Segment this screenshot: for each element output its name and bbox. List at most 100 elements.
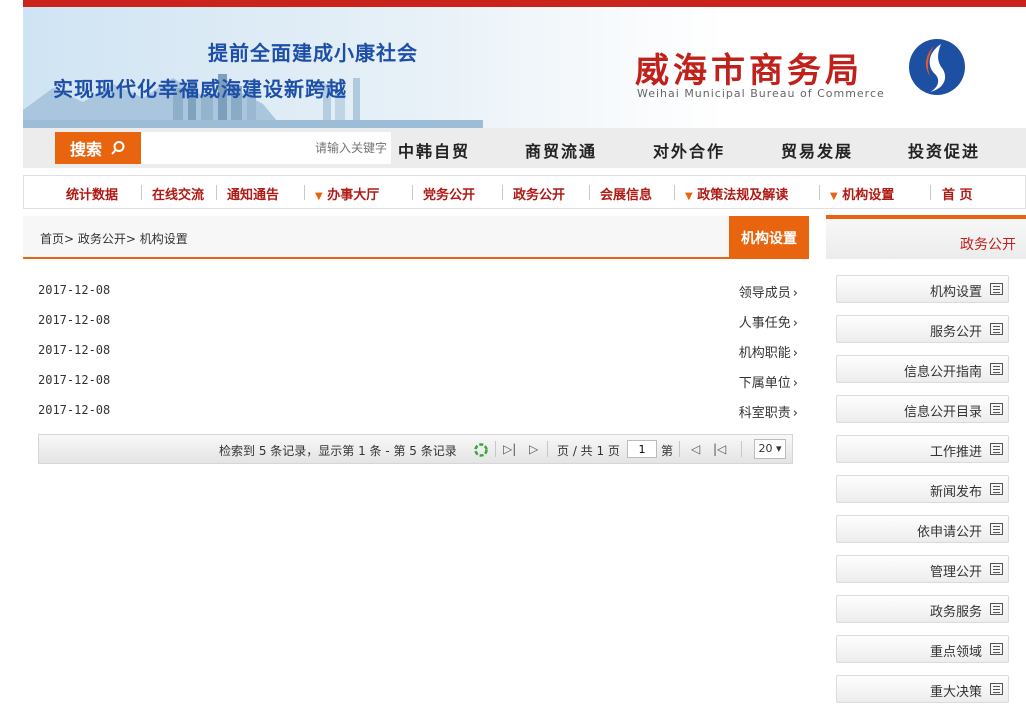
nav-item-foreign-cooperation[interactable]: 对外合作 [653,138,725,162]
search-icon [111,141,125,155]
chevron-right-icon: › [792,316,798,331]
list-item: 2017-12-08 科室职责 › [38,398,798,428]
subnav-item-government-affairs[interactable]: 政务公开 [513,184,565,203]
chevron-down-icon: ▼ [315,191,323,202]
sidebar-item-government-service[interactable]: 政务服务 [836,595,1009,623]
list-icon [990,283,1003,295]
sidebar-item-press-release[interactable]: 新闻发布 [836,475,1009,503]
sidebar-item-disclosure-catalog[interactable]: 信息公开目录 [836,395,1009,423]
list-icon [990,603,1003,615]
item-title: 机构职能 [738,346,791,361]
search-input[interactable] [141,132,391,164]
slogan-line-2: 实现现代化幸福威海建设新跨越 [53,77,347,101]
header-banner: 提前全面建成小康社会 实现现代化幸福威海建设新跨越 威海市商务局 Weihai … [23,7,1026,128]
page-number-input[interactable] [627,440,657,458]
sidebar-item-work-progress[interactable]: 工作推进 [836,435,1009,463]
list-item: 2017-12-08 人事任免 › [38,308,798,338]
chevron-right-icon: › [792,286,798,301]
subnav-item-exhibition-info[interactable]: 会展信息 [600,184,652,203]
item-title-link[interactable]: 下属单位 › [739,372,798,391]
item-date: 2017-12-08 [38,403,111,417]
section-tab: 机构设置 [729,216,809,259]
first-page-icon[interactable]: |◁ [713,442,726,456]
breadcrumb[interactable]: 首页> 政务公开> 机构设置 [40,230,188,247]
item-title: 科室职责 [738,406,791,421]
top-red-line [23,0,1026,7]
subnav-divider [141,185,142,200]
next-page-icon[interactable]: ▷ [529,442,538,456]
article-list: 2017-12-08 领导成员 › 2017-12-08 人事任免 › 2017-1… [38,278,798,428]
subnav-item-organization[interactable]: ▼ 机构设置 [830,184,894,203]
subnav-divider [412,185,413,200]
main-nav: 搜索 中韩自贸 商贸流通 对外合作 贸易发展 投资促进 [23,128,1026,168]
sidebar-item-label: 机构设置 [929,285,982,300]
page-size-select[interactable]: 20 ▾ [754,439,786,459]
chevron-right-icon: › [792,346,798,361]
chevron-right-icon: › [792,376,798,391]
item-title: 领导成员 [738,286,791,301]
item-date: 2017-12-08 [38,313,111,327]
pager-divider [495,441,496,457]
chevron-right-icon: › [792,406,798,421]
org-name-english: Weihai Municipal Bureau of Commerce [637,87,885,100]
item-title-link[interactable]: 人事任免 › [739,312,798,331]
nav-item-trade-circulation[interactable]: 商贸流通 [525,138,597,162]
list-icon [990,563,1003,575]
nav-item-investment-promotion[interactable]: 投资促进 [908,138,980,162]
nav-item-china-korea-fta[interactable]: 中韩自贸 [398,138,470,162]
sidebar-item-label: 重点领域 [929,645,982,660]
sidebar-item-label: 工作推进 [929,445,982,460]
list-icon [990,683,1003,695]
sidebar-item-major-decisions[interactable]: 重大决策 [836,675,1009,703]
item-date: 2017-12-08 [38,373,111,387]
list-icon [990,403,1003,415]
sidebar-item-label: 依申请公开 [916,525,982,540]
subnav-divider [589,185,590,200]
last-page-icon[interactable]: ▷| [503,442,516,456]
previous-page-icon[interactable]: ◁ [691,442,700,456]
subnav-item-statistics[interactable]: 统计数据 [66,184,118,203]
sidebar-item-organization[interactable]: 机构设置 [836,275,1009,303]
main-content: 首页> 政务公开> 机构设置 机构设置 2017-12-08 领导成员 › 201… [23,216,809,715]
sub-nav: 统计数据 在线交流 通知通告 ▼ 办事大厅 党务公开 政务公开 会展信息 ▼ 政… [23,175,1026,209]
sidebar-item-application-disclosure[interactable]: 依申请公开 [836,515,1009,543]
sidebar-item-management-disclosure[interactable]: 管理公开 [836,555,1009,583]
subnav-item-notices[interactable]: 通知通告 [227,184,279,203]
item-title-link[interactable]: 领导成员 › [739,282,798,301]
pager-divider [741,441,742,457]
item-date: 2017-12-08 [38,283,111,297]
list-icon [990,523,1003,535]
chevron-down-icon: ▼ [685,191,693,202]
nav-item-trade-development[interactable]: 贸易发展 [781,138,853,162]
pager-divider [679,441,680,457]
subnav-item-online-exchange[interactable]: 在线交流 [152,184,204,203]
list-icon [990,323,1003,335]
item-title-link[interactable]: 科室职责 › [739,402,798,421]
list-item: 2017-12-08 下属单位 › [38,368,798,398]
sidebar-item-disclosure-guide[interactable]: 信息公开指南 [836,355,1009,383]
sidebar-item-service-disclosure[interactable]: 服务公开 [836,315,1009,343]
subnav-item-service-hall[interactable]: ▼ 办事大厅 [315,184,379,203]
subnav-divider [502,185,503,200]
subnav-label: 政策法规及解读 [697,188,789,203]
sidebar-title: 政务公开 [960,237,1016,253]
sidebar-item-key-areas[interactable]: 重点领域 [836,635,1009,663]
search-button[interactable]: 搜索 [55,132,141,164]
sidebar-item-label: 信息公开指南 [903,365,982,380]
subnav-divider [674,185,675,200]
chevron-down-icon: ▼ [830,191,838,202]
subnav-label: 办事大厅 [327,188,380,203]
item-title: 人事任免 [738,316,791,331]
subnav-divider [304,185,305,200]
sidebar: 政务公开 机构设置 服务公开 信息公开指南 信息公开目录 工作推进 新闻发布 依… [826,215,1026,715]
pagination-bar: 检索到 5 条记录，显示第 1 条 - 第 5 条记录 ▷| ▷ 页 / 共 1… [38,434,793,464]
bureau-logo-icon [909,39,965,95]
subnav-divider [216,185,217,200]
subnav-item-party-affairs[interactable]: 党务公开 [423,184,475,203]
item-title-link[interactable]: 机构职能 › [739,342,798,361]
subnav-item-policies[interactable]: ▼ 政策法规及解读 [685,184,788,203]
subnav-item-home[interactable]: 首 页 [942,184,973,203]
refresh-icon[interactable] [473,442,489,461]
list-icon [990,483,1003,495]
sidebar-item-label: 管理公开 [929,565,982,580]
